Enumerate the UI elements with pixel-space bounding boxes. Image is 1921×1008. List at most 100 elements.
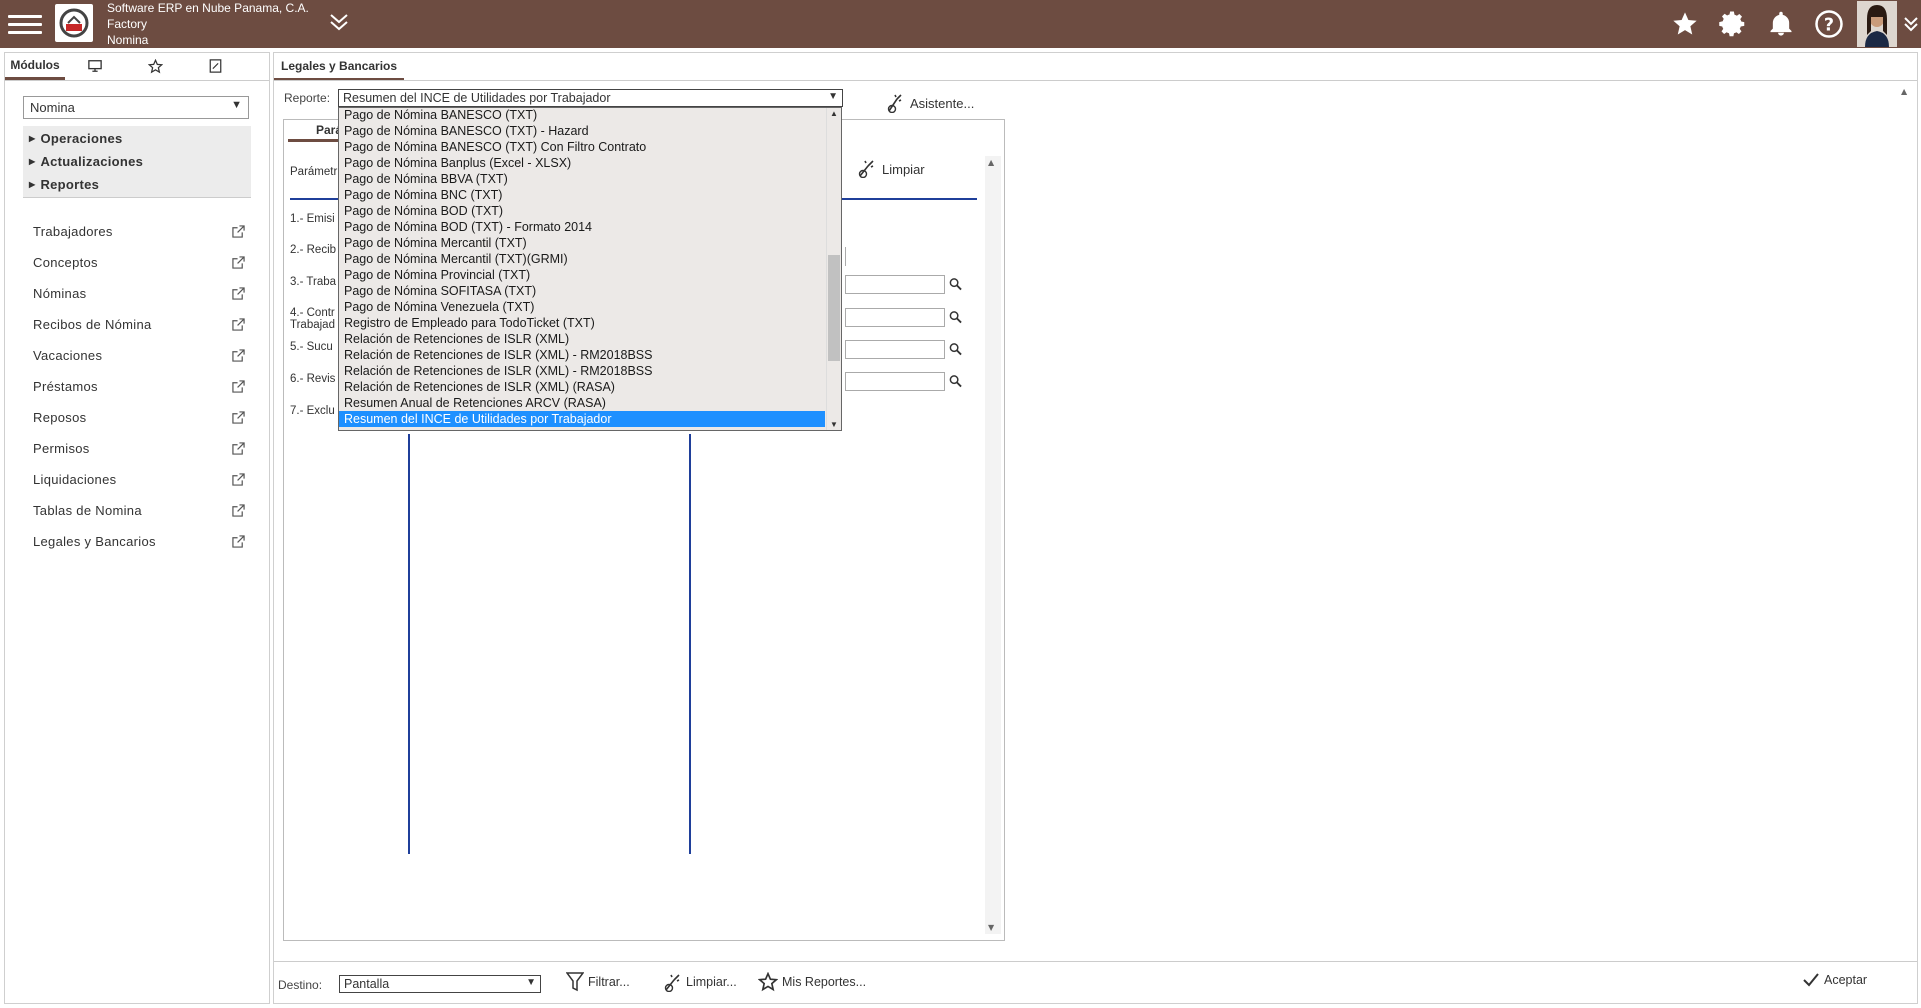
param-6: 6.- Revis: [290, 373, 336, 385]
accordion-label: Operaciones: [40, 131, 123, 146]
company-name: Software ERP en Nube Panama, C.A.: [107, 1, 309, 15]
param-4: 4.- Contr: [290, 307, 335, 319]
nav-item-trabajadores[interactable]: Trabajadores: [23, 216, 251, 247]
nav-item-reposos[interactable]: Reposos: [23, 402, 251, 433]
nav-item-label: Préstamos: [33, 379, 98, 394]
dropdown-option[interactable]: Pago de Nómina BANESCO (TXT): [339, 108, 825, 123]
dropdown-option[interactable]: Pago de Nómina BOD (TXT) - Formato 2014: [339, 219, 825, 235]
dropdown-option[interactable]: Resumen Anual de Retenciones ARCV (RASA): [339, 395, 825, 411]
nav-item-tablas[interactable]: Tablas de Nomina: [23, 495, 251, 526]
monitor-icon[interactable]: [65, 52, 125, 80]
nav-item-label: Trabajadores: [33, 224, 113, 239]
scroll-up-icon[interactable]: ▲: [1901, 87, 1907, 96]
company-logo: [55, 4, 93, 42]
external-link-icon: [232, 535, 245, 548]
nav-item-legales[interactable]: Legales y Bancarios: [23, 526, 251, 557]
search-icon[interactable]: [949, 310, 962, 324]
param-3-field[interactable]: [845, 275, 962, 294]
search-icon[interactable]: [949, 374, 962, 388]
main-scrollbar[interactable]: ▲: [1901, 83, 1915, 123]
limpiar-button[interactable]: Limpiar...: [664, 972, 737, 992]
param-4-field[interactable]: [845, 308, 962, 327]
nav-item-recibos[interactable]: Recibos de Nómina: [23, 309, 251, 340]
scrollbar-thumb[interactable]: [828, 255, 840, 361]
double-chevron-down-icon[interactable]: [328, 12, 350, 36]
filtrar-button[interactable]: Filtrar...: [566, 972, 630, 992]
dropdown-option[interactable]: Pago de Nómina BANESCO (TXT) - Hazard: [339, 123, 825, 139]
bottom-bar: Destino: Pantalla ▼ Filtrar... Limpiar..…: [274, 961, 1917, 1003]
search-icon[interactable]: [949, 277, 962, 291]
dropdown-option[interactable]: Registro de Empleado para TodoTicket (TX…: [339, 315, 825, 331]
nav-item-label: Vacaciones: [33, 348, 103, 363]
dropdown-option[interactable]: Pago de Nómina BANESCO (TXT) Con Filtro …: [339, 139, 825, 155]
left-tabs: Módulos: [5, 53, 269, 81]
nav-item-label: Legales y Bancarios: [33, 534, 156, 549]
nav-item-conceptos[interactable]: Conceptos: [23, 247, 251, 278]
dropdown-option[interactable]: Pago de Nómina Mercantil (TXT)(GRMI): [339, 251, 825, 267]
reporte-select-value: Resumen del INCE de Utilidades por Traba…: [343, 91, 611, 105]
reporte-dropdown-list[interactable]: Pago de Nómina BANESCO (TXT) Pago de Nómi…: [338, 107, 842, 431]
nav-item-nominas[interactable]: Nóminas: [23, 278, 251, 309]
dropdown-option[interactable]: Resumen del INCE de Utilidades por Traba…: [339, 411, 825, 427]
column-divider: [408, 434, 410, 854]
param-6-field[interactable]: [845, 372, 962, 391]
dropdown-option[interactable]: Pago de Nómina SOFITASA (TXT): [339, 283, 825, 299]
scroll-down-icon[interactable]: ▼: [830, 420, 838, 429]
destino-select[interactable]: Pantalla ▼: [339, 975, 541, 993]
nav-item-prestamos[interactable]: Préstamos: [23, 371, 251, 402]
limpiar-params-button[interactable]: Limpiar: [858, 160, 925, 178]
nav-item-permisos[interactable]: Permisos: [23, 433, 251, 464]
mis-reportes-button[interactable]: Mis Reportes...: [758, 972, 866, 992]
accordion-label: Actualizaciones: [40, 154, 144, 169]
nav-list: Trabajadores Conceptos Nóminas Recibos d…: [23, 216, 251, 557]
asistente-button[interactable]: Asistente...: [886, 93, 974, 113]
tab-legales-bancarios[interactable]: Legales y Bancarios: [274, 53, 405, 81]
star-outline-icon[interactable]: [125, 52, 185, 80]
help-icon[interactable]: ?: [1805, 0, 1853, 48]
params-scrollbar[interactable]: ▲ ▼: [985, 156, 1001, 934]
dropdown-option[interactable]: Pago de Nómina Banplus (Excel - XLSX): [339, 155, 825, 171]
gear-icon[interactable]: [1709, 0, 1757, 48]
dropdown-option[interactable]: Relación de Retenciones de ISLR (XML) - …: [339, 363, 825, 379]
aceptar-button[interactable]: Aceptar: [1802, 972, 1867, 988]
star-icon[interactable]: [1661, 0, 1709, 48]
dropdown-option[interactable]: Relación de Retenciones de ISLR (XML) (R…: [339, 379, 825, 395]
limpiar-label: Limpiar...: [686, 975, 737, 989]
chevron-down-icon[interactable]: [1901, 0, 1921, 48]
dropdown-scrollbar[interactable]: ▲ ▼: [826, 108, 841, 430]
scroll-down-icon[interactable]: ▼: [988, 923, 994, 932]
checkmark-icon: [1803, 973, 1819, 987]
module-select[interactable]: Nomina ▼: [23, 96, 249, 119]
scroll-up-icon[interactable]: ▲: [830, 109, 838, 118]
caret-right-icon: ▶: [29, 180, 36, 189]
dropdown-option[interactable]: Pago de Nómina Venezuela (TXT): [339, 299, 825, 315]
nav-item-label: Nóminas: [33, 286, 87, 301]
dropdown-option[interactable]: Pago de Nómina BBVA (TXT): [339, 171, 825, 187]
caret-right-icon: ▶: [29, 157, 36, 166]
document-edit-icon[interactable]: [185, 52, 245, 80]
param-5-field[interactable]: [845, 340, 962, 359]
nav-item-liquidaciones[interactable]: Liquidaciones: [23, 464, 251, 495]
reporte-select[interactable]: Resumen del INCE de Utilidades por Traba…: [338, 89, 843, 107]
bell-icon[interactable]: [1757, 0, 1805, 48]
accordion-reportes[interactable]: ▶ Reportes: [23, 172, 251, 198]
dropdown-option[interactable]: Pago de Nómina Mercantil (TXT): [339, 235, 825, 251]
company-branch: Factory: [107, 17, 148, 31]
dropdown-option[interactable]: Pago de Nómina Provincial (TXT): [339, 267, 825, 283]
filter-icon: [566, 972, 584, 992]
scroll-up-icon[interactable]: ▲: [988, 158, 994, 167]
dropdown-option[interactable]: Pago de Nómina BOD (TXT): [339, 203, 825, 219]
param-4-cont: Trabajad: [290, 319, 335, 331]
user-avatar[interactable]: [1857, 1, 1897, 47]
tab-modulos[interactable]: Módulos: [5, 52, 65, 80]
external-link-icon: [232, 225, 245, 238]
dropdown-option[interactable]: Pago de Nómina BNC (TXT): [339, 187, 825, 203]
nav-item-vacaciones[interactable]: Vacaciones: [23, 340, 251, 371]
external-link-icon: [232, 256, 245, 269]
destino-label: Destino:: [278, 978, 323, 992]
dropdown-arrow-icon: ▼: [828, 91, 838, 102]
dropdown-option[interactable]: Relación de Retenciones de ISLR (XML) - …: [339, 347, 825, 363]
menu-icon[interactable]: [8, 10, 42, 38]
dropdown-option[interactable]: Relación de Retenciones de ISLR (XML): [339, 331, 825, 347]
search-icon[interactable]: [949, 342, 962, 356]
